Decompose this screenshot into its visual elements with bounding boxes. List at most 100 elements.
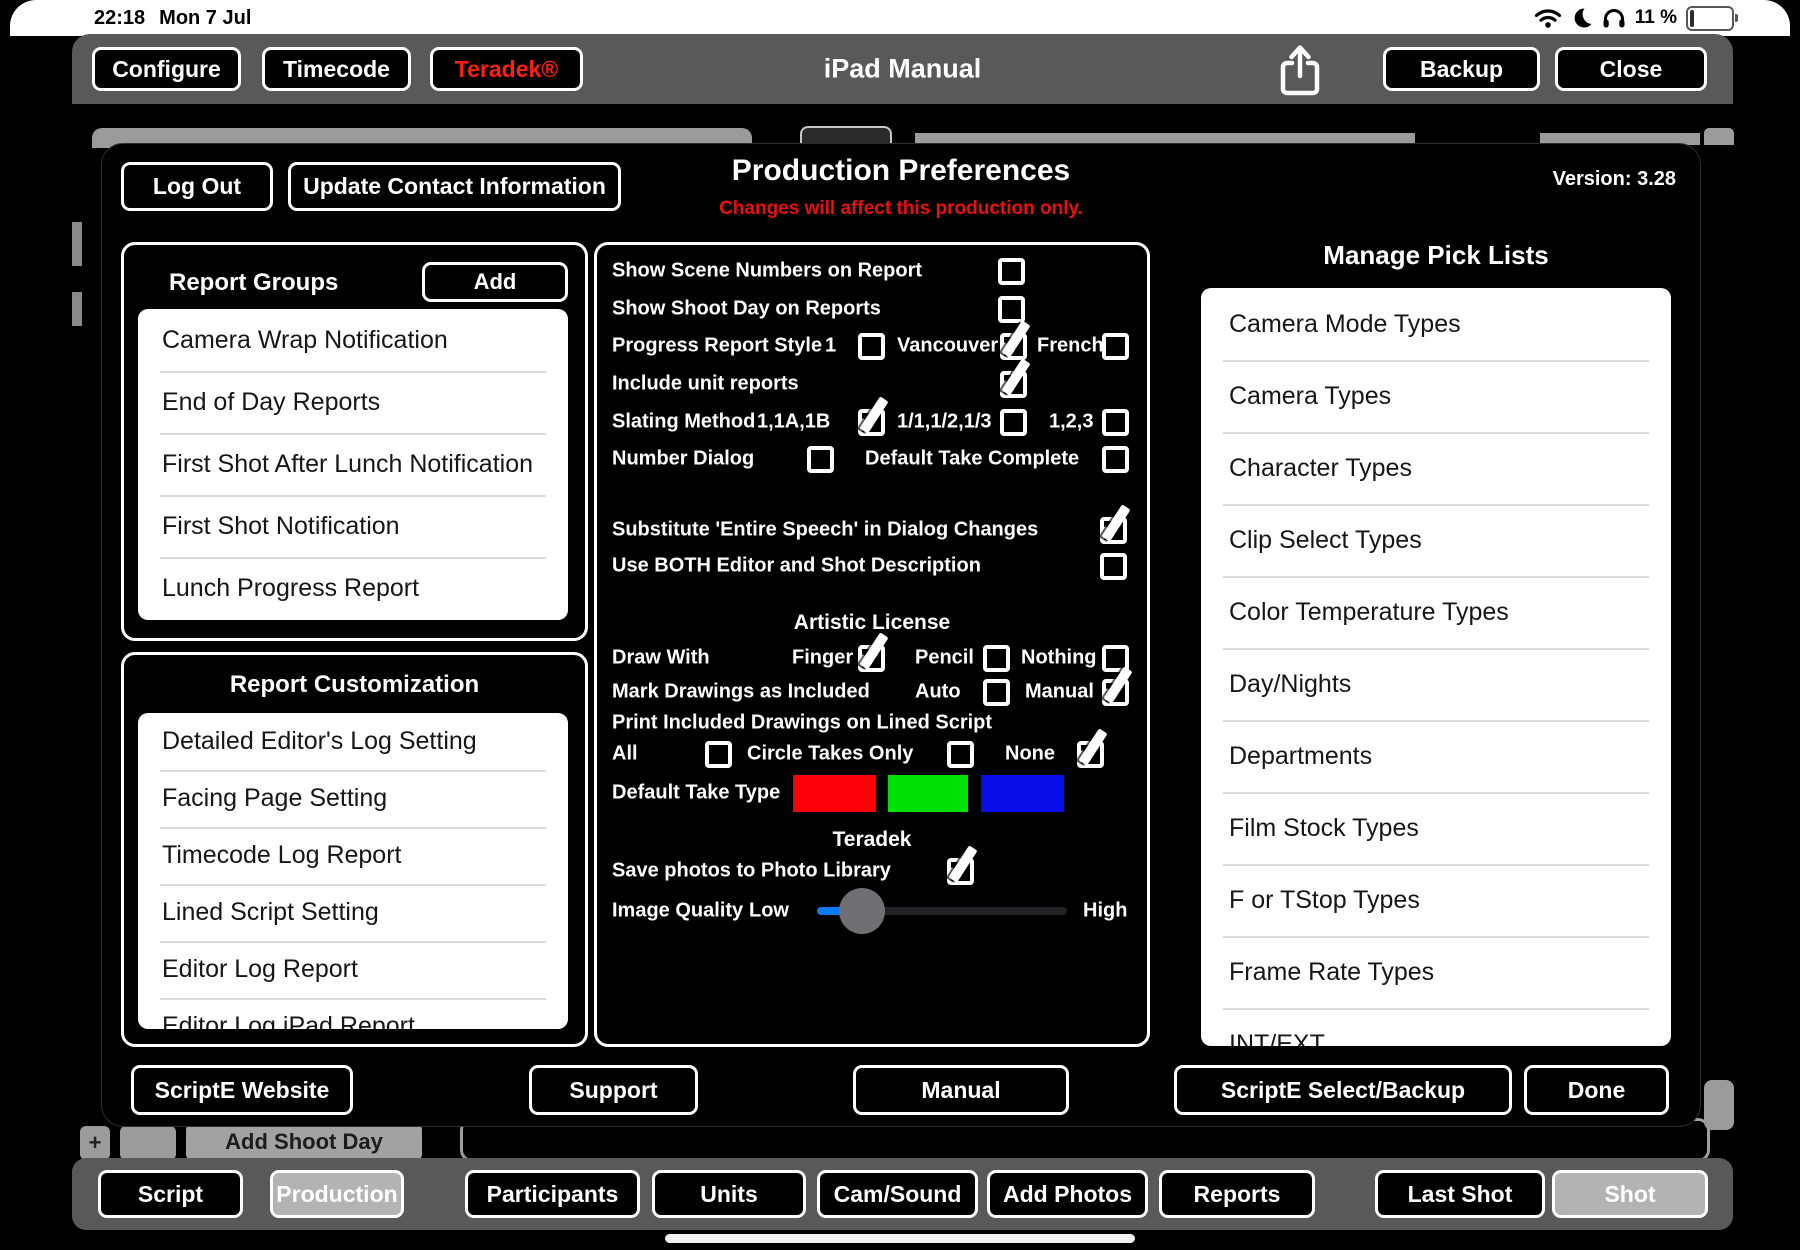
warning-text: Changes will affect this production only… — [102, 198, 1700, 220]
pref-label: Include unit reports — [612, 373, 799, 396]
print-none-checkbox[interactable] — [1077, 741, 1104, 768]
option-label: All — [612, 743, 638, 766]
add-report-group-button[interactable]: Add — [422, 262, 568, 302]
list-item[interactable]: Color Temperature Types — [1201, 576, 1671, 648]
wifi-icon — [1534, 8, 1562, 29]
slating-1-1a-1b-checkbox[interactable] — [858, 409, 885, 436]
list-item[interactable]: Editor Log Report — [138, 941, 568, 998]
list-item[interactable]: INT/EXT — [1201, 1008, 1671, 1046]
list-item[interactable]: First Shot After Lunch Notification — [138, 433, 568, 495]
pref-label: Default Take Complete — [865, 448, 1079, 471]
show-shoot-day-checkbox[interactable] — [998, 296, 1025, 323]
slating-123-checkbox[interactable] — [1102, 409, 1129, 436]
list-item[interactable]: Clip Select Types — [1201, 504, 1671, 576]
option-label: Manual — [1025, 681, 1094, 704]
option-label: Finger — [792, 647, 853, 670]
scripte-select-backup-button[interactable]: ScriptE Select/Backup — [1174, 1065, 1512, 1115]
tab-production[interactable]: Production — [270, 1170, 404, 1218]
clock: 22:18 — [94, 7, 145, 30]
vancouver-checkbox[interactable] — [1000, 333, 1027, 360]
slider-knob[interactable] — [839, 888, 885, 934]
headphones-icon — [1602, 8, 1626, 29]
pref-label: Show Shoot Day on Reports — [612, 298, 881, 321]
production-preferences-modal: Log Out Update Contact Information Produ… — [101, 143, 1701, 1127]
tab-participants[interactable]: Participants — [465, 1170, 640, 1218]
take-type-blue-swatch[interactable] — [981, 775, 1064, 812]
list-item[interactable]: F or TStop Types — [1201, 864, 1671, 936]
list-item[interactable]: Editor Log iPad Report — [138, 998, 568, 1029]
list-item[interactable]: End of Day Reports — [138, 371, 568, 433]
list-item[interactable]: Camera Wrap Notification — [138, 309, 568, 371]
option-label: Pencil — [915, 647, 974, 670]
image-quality-low-label: Low — [749, 900, 789, 923]
scripte-website-button[interactable]: ScriptE Website — [131, 1065, 353, 1115]
print-all-checkbox[interactable] — [705, 741, 732, 768]
slating-fraction-checkbox[interactable] — [1000, 409, 1027, 436]
tab-script[interactable]: Script — [98, 1170, 243, 1218]
teradek-heading: Teradek — [597, 828, 1147, 852]
list-item[interactable]: Day/Nights — [1201, 648, 1671, 720]
pref-label: Default Take Type — [612, 782, 780, 805]
list-item[interactable]: Detailed Editor's Log Setting — [138, 713, 568, 770]
background-button — [120, 1126, 176, 1160]
tab-reports[interactable]: Reports — [1159, 1170, 1315, 1218]
report-groups-list: Camera Wrap Notification End of Day Repo… — [138, 309, 568, 620]
number-dialog-checkbox[interactable] — [807, 446, 834, 473]
shot-button[interactable]: Shot — [1552, 1170, 1708, 1218]
show-scene-numbers-checkbox[interactable] — [998, 258, 1025, 285]
use-both-editor-shot-checkbox[interactable] — [1100, 553, 1127, 580]
background-plus-button: + — [80, 1126, 110, 1160]
list-item[interactable]: First Shot Notification — [138, 495, 568, 557]
take-type-green-swatch[interactable] — [888, 775, 968, 812]
preferences-panel: Show Scene Numbers on Report Show Shoot … — [594, 242, 1150, 1047]
battery-percent: 11 % — [1635, 7, 1677, 29]
last-shot-button[interactable]: Last Shot — [1375, 1170, 1545, 1218]
tab-cam-sound[interactable]: Cam/Sound — [817, 1170, 978, 1218]
done-button[interactable]: Done — [1524, 1065, 1669, 1115]
substitute-entire-speech-checkbox[interactable] — [1100, 517, 1127, 544]
list-item[interactable]: Frame Rate Types — [1201, 936, 1671, 1008]
include-unit-reports-checkbox[interactable] — [1000, 371, 1027, 398]
report-customization-title: Report Customization — [124, 671, 585, 699]
draw-finger-checkbox[interactable] — [858, 645, 885, 672]
image-quality-slider[interactable] — [817, 888, 1067, 934]
battery-icon — [1686, 6, 1734, 31]
pref-label: Show Scene Numbers on Report — [612, 260, 922, 283]
list-item[interactable]: Facing Page Setting — [138, 770, 568, 827]
background-sliver — [72, 292, 82, 326]
mark-auto-checkbox[interactable] — [983, 679, 1010, 706]
list-item[interactable]: Character Types — [1201, 432, 1671, 504]
pref-label: Image Quality — [612, 900, 743, 923]
share-icon[interactable] — [1277, 44, 1323, 96]
list-item[interactable]: Film Stock Types — [1201, 792, 1671, 864]
pick-lists: Camera Mode Types Camera Types Character… — [1201, 288, 1671, 1046]
list-item[interactable]: Lunch Progress Report — [138, 557, 568, 619]
moon-icon — [1571, 7, 1593, 29]
draw-pencil-checkbox[interactable] — [983, 645, 1010, 672]
option-label: Auto — [915, 681, 961, 704]
mark-manual-checkbox[interactable] — [1102, 679, 1129, 706]
top-toolbar: Configure Timecode Teradek® iPad Manual … — [72, 34, 1733, 104]
list-item[interactable]: Lined Script Setting — [138, 884, 568, 941]
manual-button[interactable]: Manual — [853, 1065, 1069, 1115]
default-take-complete-checkbox[interactable] — [1102, 446, 1129, 473]
support-button[interactable]: Support — [529, 1065, 698, 1115]
list-item[interactable]: Departments — [1201, 720, 1671, 792]
save-photos-checkbox[interactable] — [947, 858, 974, 885]
list-item[interactable]: Timecode Log Report — [138, 827, 568, 884]
tab-add-photos[interactable]: Add Photos — [987, 1170, 1148, 1218]
tab-units[interactable]: Units — [652, 1170, 806, 1218]
pref-label: Number Dialog — [612, 448, 754, 471]
style-1-checkbox[interactable] — [858, 333, 885, 360]
list-item[interactable]: Camera Mode Types — [1201, 288, 1671, 360]
background-add-shoot-day-button: Add Shoot Day — [186, 1122, 422, 1162]
modal-title: Production Preferences — [102, 154, 1700, 188]
backup-button[interactable]: Backup — [1383, 47, 1540, 91]
take-type-red-swatch[interactable] — [793, 775, 876, 812]
print-circle-takes-checkbox[interactable] — [947, 741, 974, 768]
list-item[interactable]: Camera Types — [1201, 360, 1671, 432]
close-button[interactable]: Close — [1555, 47, 1707, 91]
french-checkbox[interactable] — [1102, 333, 1129, 360]
background-strip — [1704, 128, 1734, 145]
home-indicator[interactable] — [665, 1234, 1135, 1243]
